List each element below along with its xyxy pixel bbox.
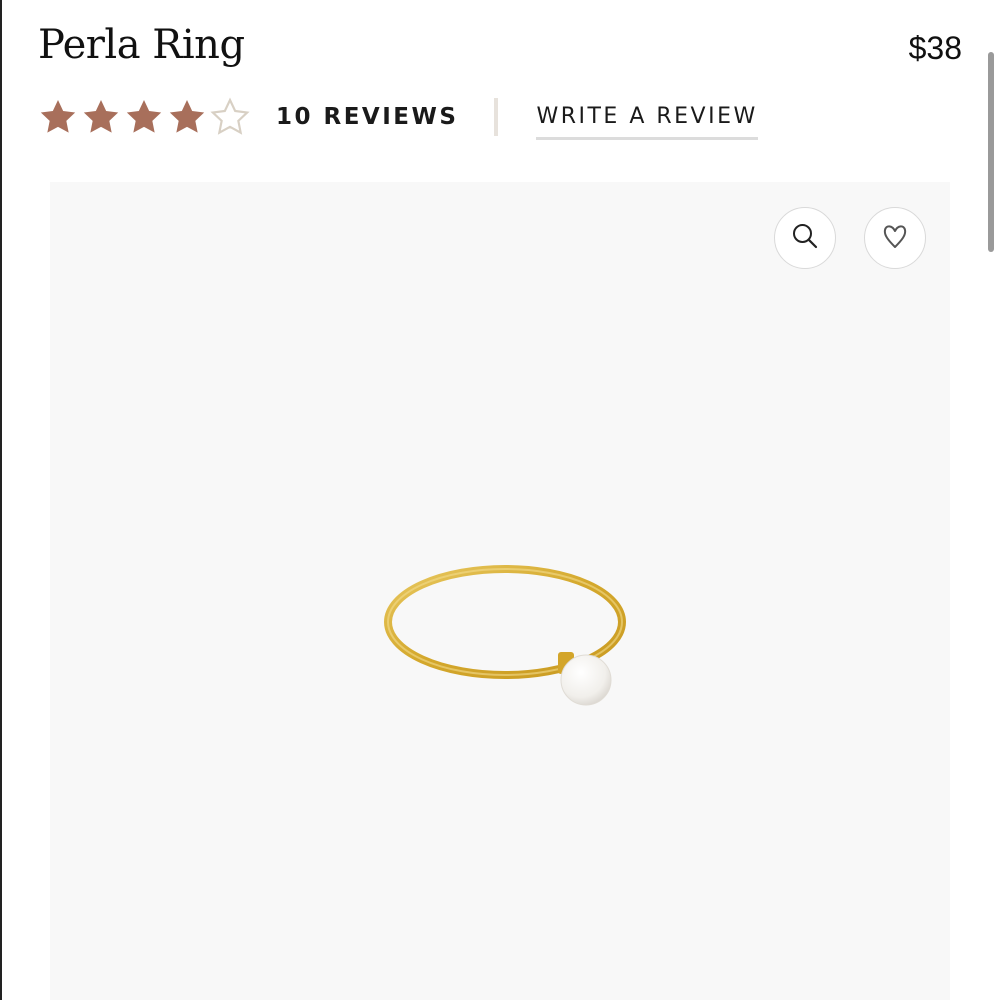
star-icon-2 <box>81 97 121 137</box>
star-icon-4 <box>167 97 207 137</box>
heart-icon <box>880 221 910 256</box>
star-icon-5 <box>210 97 250 137</box>
star-rating[interactable] <box>38 97 250 137</box>
product-title: Perla Ring <box>38 22 245 68</box>
reviews-count-link[interactable]: 10 REVIEWS <box>276 104 458 130</box>
rating-row: 10 REVIEWS WRITE A REVIEW <box>38 94 758 140</box>
star-icon-1 <box>38 97 78 137</box>
divider <box>494 98 499 136</box>
window-edge <box>0 0 2 1000</box>
zoom-button[interactable] <box>774 207 836 269</box>
search-icon <box>790 221 820 256</box>
wishlist-button[interactable] <box>864 207 926 269</box>
star-icon-3 <box>124 97 164 137</box>
product-price: $38 <box>908 30 962 66</box>
scrollbar[interactable] <box>988 52 994 252</box>
product-image-panel <box>50 182 950 1000</box>
write-review-link[interactable]: WRITE A REVIEW <box>536 94 758 140</box>
product-image-ring <box>380 562 640 727</box>
